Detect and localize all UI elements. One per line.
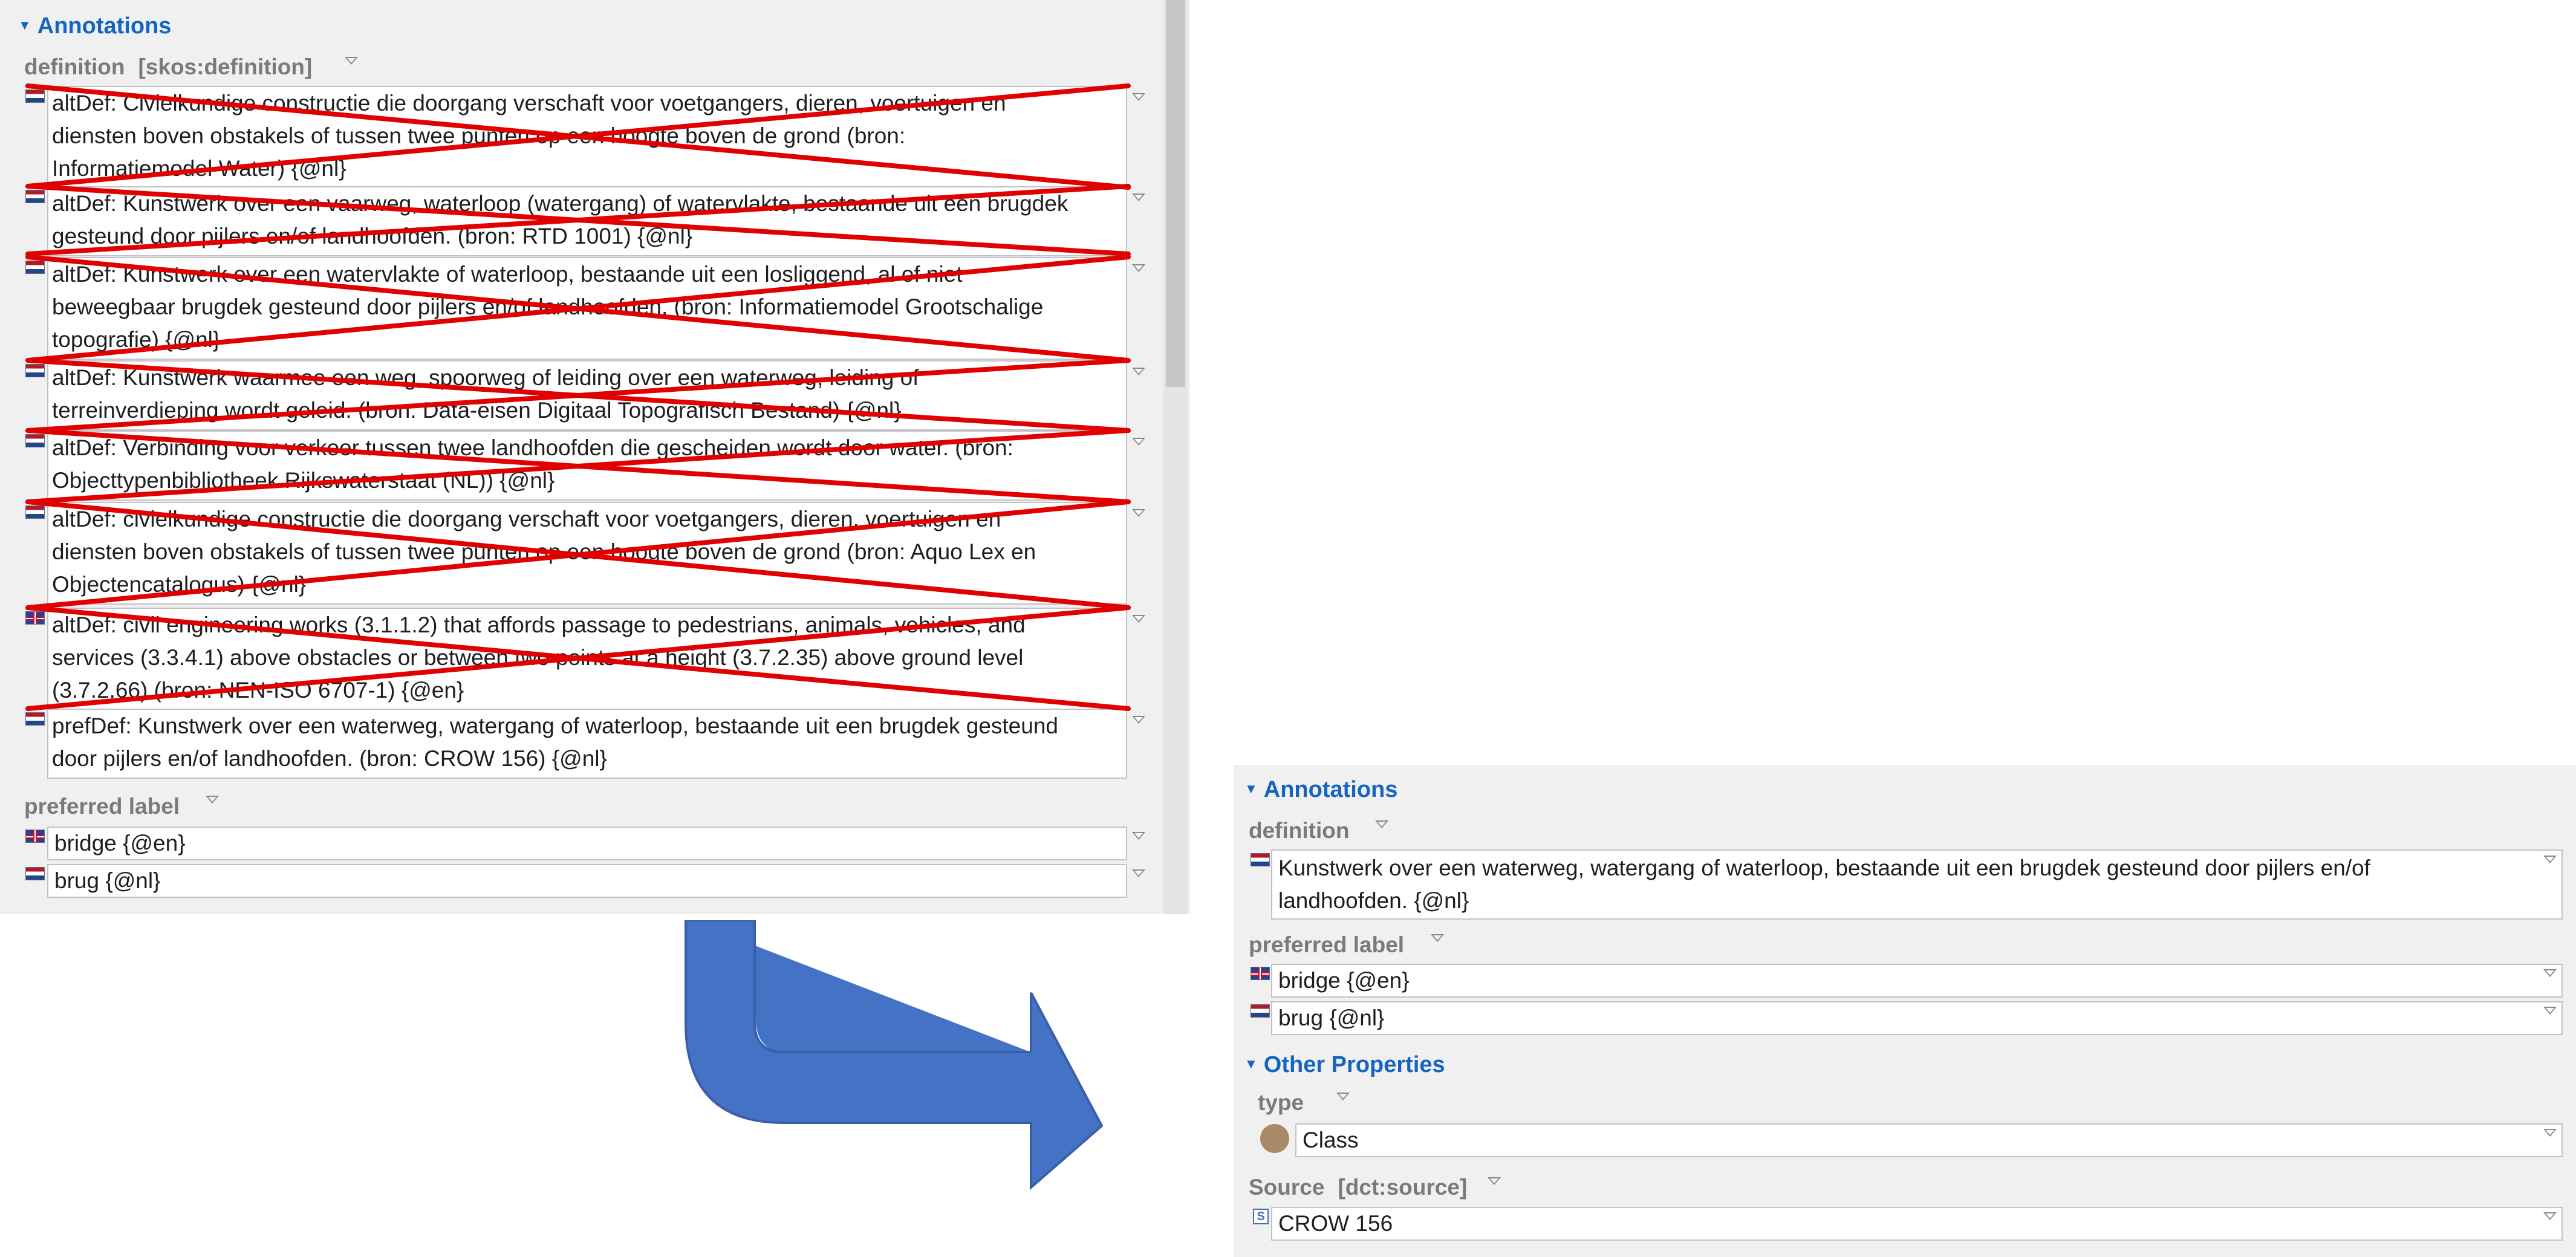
source-qname: [dct:source]	[1338, 1175, 1468, 1200]
source-value: CROW 156	[1278, 1211, 1393, 1236]
dropdown-caret-icon[interactable]	[2543, 1007, 2557, 1015]
source-label-text: Source	[1249, 1175, 1325, 1200]
collapse-triangle-icon[interactable]: ▼	[1244, 781, 1258, 796]
flag-nl-icon	[1251, 1004, 1270, 1018]
flag-nl-icon	[1251, 853, 1270, 866]
source-label: Source [dct:source]	[1249, 1175, 1467, 1200]
right-properties-panel: ▼ Annotations definition Kunstwerk over e…	[1234, 765, 2576, 1257]
type-value: Class	[1303, 1128, 1359, 1152]
dropdown-caret-icon[interactable]	[2543, 856, 2557, 863]
other-properties-section-header[interactable]: ▼ Other Properties	[1244, 1052, 1445, 1078]
type-menu-caret-icon[interactable]	[1336, 1093, 1350, 1100]
preferred-label-field-nl-right[interactable]: brug {@nl}	[1271, 1001, 2563, 1035]
dropdown-caret-icon[interactable]	[2543, 1129, 2557, 1137]
preferred-label-value-en-right: bridge {@en}	[1278, 968, 1410, 993]
class-icon	[1260, 1124, 1289, 1153]
type-field[interactable]: Class	[1295, 1123, 2563, 1157]
preferred-label-menu-caret-icon[interactable]	[1431, 934, 1444, 942]
other-properties-title: Other Properties	[1263, 1052, 1445, 1077]
definition-line-1: Kunstwerk over een waterweg, watergang o…	[1278, 856, 2370, 880]
definition-line-2: landhoofden. {@nl}	[1278, 888, 1469, 913]
preferred-label-label-right: preferred label	[1249, 932, 1404, 958]
source-icon: S	[1253, 1209, 1269, 1224]
source-menu-caret-icon[interactable]	[1488, 1177, 1501, 1185]
definition-field-right[interactable]: Kunstwerk over een waterweg, watergang o…	[1271, 849, 2563, 920]
annotations-section-header-right[interactable]: ▼ Annotations	[1244, 777, 1397, 803]
strike-lines-overlay	[25, 83, 1131, 711]
type-label: type	[1258, 1090, 1304, 1116]
definition-label-right: definition	[1249, 818, 1349, 843]
arrow-icon	[685, 920, 1104, 1190]
dropdown-caret-icon[interactable]	[2543, 1212, 2557, 1220]
preferred-label-field-en-right[interactable]: bridge {@en}	[1271, 964, 2563, 998]
preferred-label-value-nl-right: brug {@nl}	[1278, 1005, 1385, 1030]
flag-en-icon	[1251, 967, 1270, 980]
preferred-label-right-text: preferred label	[1249, 932, 1405, 957]
definition-menu-caret-icon[interactable]	[1375, 820, 1388, 828]
definition-label-right-text: definition	[1249, 818, 1350, 843]
dropdown-caret-icon[interactable]	[2543, 969, 2557, 977]
source-field[interactable]: CROW 156	[1271, 1207, 2563, 1241]
annotations-title-right: Annotations	[1263, 777, 1398, 802]
collapse-triangle-icon[interactable]: ▼	[1244, 1056, 1258, 1071]
type-label-text: type	[1258, 1090, 1304, 1115]
